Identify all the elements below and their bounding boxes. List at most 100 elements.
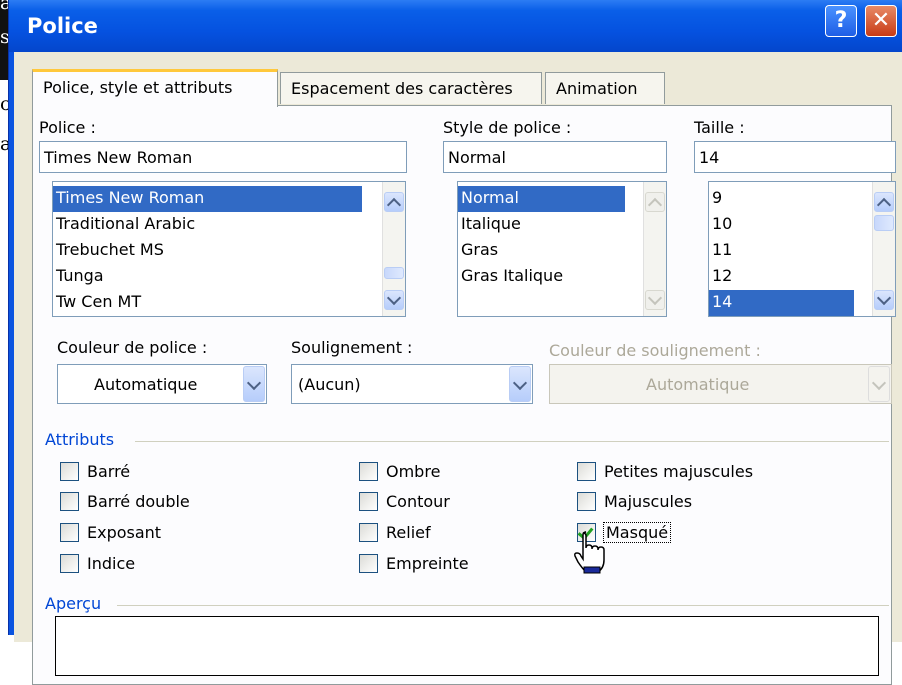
list-item[interactable]: 10 <box>709 212 895 238</box>
chevron-up-icon <box>647 197 663 213</box>
checkbox-box[interactable] <box>60 492 79 511</box>
checkbox-box[interactable] <box>359 462 378 481</box>
font-dialog: Police ? ✕ Police, style et attributs Es… <box>8 0 902 685</box>
checkbox-box[interactable] <box>60 462 79 481</box>
checkbox-label: Exposant <box>87 523 162 542</box>
list-item[interactable]: Italique <box>458 212 666 238</box>
tab-panel: Police : Times New Roman Times New Roman… <box>32 105 896 685</box>
scroll-up-button[interactable] <box>874 192 894 213</box>
chevron-down-icon <box>246 375 262 391</box>
font-label: Police : <box>39 118 96 137</box>
scroll-up-button[interactable] <box>384 192 404 213</box>
scroll-down-button[interactable] <box>384 290 404 310</box>
checkbox-label: Barré double <box>87 492 190 511</box>
close-icon: ✕ <box>871 8 891 33</box>
font-list-scrollbar[interactable] <box>382 182 405 316</box>
list-item[interactable]: 14 <box>709 290 854 316</box>
checkbox-engrave[interactable]: Empreinte <box>359 554 469 573</box>
checkbox-box[interactable] <box>359 492 378 511</box>
underline-label: Soulignement : <box>291 338 413 357</box>
underline-select[interactable]: (Aucun) <box>291 364 533 404</box>
checkbox-label: Relief <box>386 523 431 542</box>
group-divider <box>135 441 889 442</box>
tab-character-spacing[interactable]: Espacement des caractères <box>280 72 542 104</box>
checkbox-small-caps[interactable]: Petites majuscules <box>577 462 753 481</box>
chevron-down-icon <box>647 290 663 306</box>
tab-label: Espacement des caractères <box>291 79 513 98</box>
dialog-client-area: Police, style et attributs Espacement de… <box>14 52 902 685</box>
scroll-down-button[interactable] <box>874 290 894 310</box>
checkbox-label: Ombre <box>386 462 441 481</box>
chevron-down-icon <box>876 290 892 306</box>
tab-label: Police, style et attributs <box>43 78 233 97</box>
tab-label: Animation <box>556 79 638 98</box>
list-item[interactable]: 12 <box>709 264 895 290</box>
list-item[interactable]: Trebuchet MS <box>53 238 405 264</box>
size-list-scrollbar[interactable] <box>872 182 895 316</box>
font-style-input[interactable]: Normal <box>443 141 667 173</box>
list-item[interactable]: Tunga <box>53 264 405 290</box>
underline-color-select: Automatique <box>549 364 892 404</box>
font-color-label: Couleur de police : <box>57 338 208 357</box>
checkbox-shadow[interactable]: Ombre <box>359 462 440 481</box>
list-item[interactable]: Normal <box>458 186 625 212</box>
title-bar[interactable]: Police ? ✕ <box>9 0 902 52</box>
checkbox-label: Indice <box>87 554 136 573</box>
list-item[interactable]: Gras <box>458 238 666 264</box>
underline-color-value: Automatique <box>646 375 750 394</box>
size-label: Taille : <box>694 118 745 137</box>
checkbox-label: Barré <box>87 462 131 481</box>
chevron-down-icon <box>512 375 528 391</box>
checkbox-label: Empreinte <box>386 554 469 573</box>
size-input[interactable]: 14 <box>694 141 896 173</box>
chevron-up-icon <box>876 197 892 213</box>
checkbox-label: Contour <box>386 492 450 511</box>
checkbox-box[interactable] <box>359 523 378 542</box>
font-list[interactable]: Times New Roman Traditional Arabic Trebu… <box>52 181 406 317</box>
window-title: Police <box>27 14 98 38</box>
scroll-thumb[interactable] <box>874 215 894 231</box>
checkbox-box[interactable] <box>359 554 378 573</box>
font-color-select[interactable]: Automatique <box>57 364 267 404</box>
list-item[interactable]: 11 <box>709 238 895 264</box>
list-item[interactable]: Times New Roman <box>53 186 362 212</box>
dropdown-button[interactable] <box>243 366 265 402</box>
font-style-list-scrollbar[interactable] <box>643 182 666 316</box>
close-button[interactable]: ✕ <box>865 5 897 37</box>
checkbox-box[interactable] <box>577 462 596 481</box>
scroll-thumb[interactable] <box>384 267 404 279</box>
checkbox-label: Petites majuscules <box>604 462 754 481</box>
help-button[interactable]: ? <box>825 5 857 37</box>
chevron-down-icon <box>871 375 887 391</box>
list-item[interactable]: Traditional Arabic <box>53 212 405 238</box>
scroll-up-button <box>645 192 665 213</box>
underline-color-label: Couleur de soulignement : <box>549 341 761 360</box>
checkbox-superscript[interactable]: Exposant <box>60 523 161 542</box>
checkbox-all-caps[interactable]: Majuscules <box>577 492 692 511</box>
help-icon: ? <box>834 8 848 33</box>
tab-font-style-attributes[interactable]: Police, style et attributs <box>32 69 278 107</box>
list-item[interactable]: Tw Cen MT <box>53 290 405 316</box>
font-input[interactable]: Times New Roman <box>39 141 407 173</box>
list-item[interactable]: Gras Italique <box>458 264 666 290</box>
hand-pointer-icon <box>574 531 605 574</box>
preview-group-title: Aperçu <box>45 594 102 613</box>
checkbox-box[interactable] <box>60 523 79 542</box>
list-item[interactable]: 9 <box>709 186 895 212</box>
checkbox-double-strikethrough[interactable]: Barré double <box>60 492 190 511</box>
tab-animation[interactable]: Animation <box>545 72 665 104</box>
checkbox-box[interactable] <box>577 492 596 511</box>
checkbox-box[interactable] <box>60 554 79 573</box>
dropdown-button[interactable] <box>509 366 531 402</box>
checkbox-outline[interactable]: Contour <box>359 492 450 511</box>
font-color-value: Automatique <box>94 375 198 394</box>
underline-value: (Aucun) <box>298 375 361 394</box>
attributes-group-title: Attributs <box>45 430 115 449</box>
chevron-up-icon <box>386 197 402 213</box>
checkbox-subscript[interactable]: Indice <box>60 554 135 573</box>
font-style-list[interactable]: Normal Italique Gras Gras Italique <box>457 181 667 317</box>
size-list[interactable]: 9 10 11 12 14 <box>708 181 896 317</box>
checkbox-strikethrough[interactable]: Barré <box>60 462 130 481</box>
checkbox-emboss[interactable]: Relief <box>359 523 431 542</box>
scroll-down-button <box>645 290 665 310</box>
